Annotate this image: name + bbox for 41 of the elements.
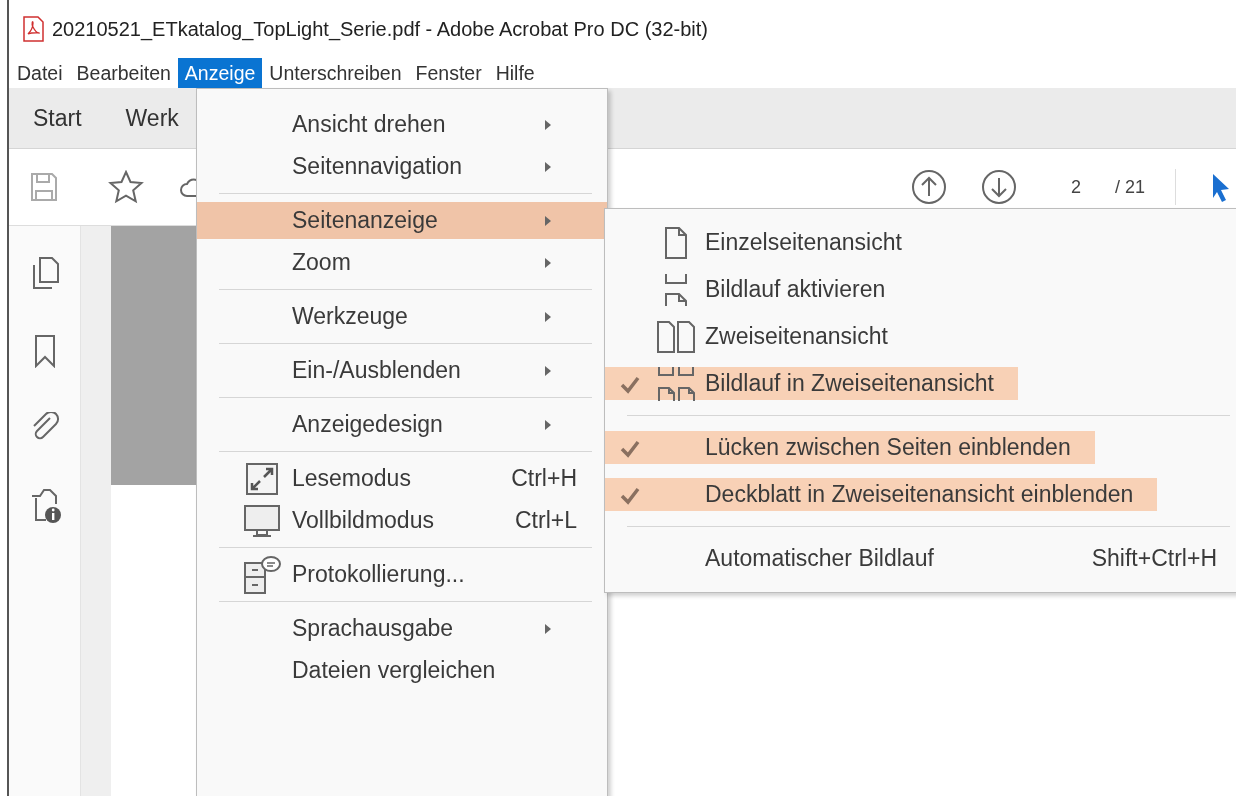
shortcut-text: Ctrl+L (515, 507, 578, 534)
menu-item[interactable]: Werkzeuge (197, 298, 607, 335)
page-number-field[interactable]: 2 (1070, 176, 1081, 198)
arrow-down-circle-icon[interactable] (980, 169, 1017, 205)
menu-item[interactable]: Ein-/Ausblenden (197, 352, 607, 389)
menu-item[interactable]: Automatischer Bildlauf Shift+Ctrl+H (605, 535, 1236, 582)
menu-bar-item[interactable]: Datei (10, 58, 70, 88)
menu-item[interactable]: Seitenanzeige (197, 202, 607, 239)
two-pages-icon (656, 319, 696, 354)
menu-item[interactable]: Einzelseitenansicht (605, 219, 1236, 266)
monitor-icon (243, 503, 281, 538)
reading-mode-icon (245, 461, 279, 496)
menu-item[interactable]: Protokollierung... (197, 556, 607, 593)
menu-item[interactable]: Anzeigedesign (197, 406, 607, 443)
menu-item[interactable]: Dateien vergleichen (197, 652, 607, 689)
menu-bar-item[interactable]: Bearbeiten (69, 58, 178, 88)
window-title: 20210521_ETkatalog_TopLight_Serie.pdf - Adobe Acrobat Pro DC (32-bit) (52, 17, 708, 41)
menu-item[interactable]: Zoom (197, 244, 607, 281)
log-cabinet-icon (243, 554, 281, 595)
menu-bar-item[interactable]: Unterschreiben (262, 58, 409, 88)
page-count: / 21 (1114, 176, 1145, 198)
pdf-file-icon (22, 16, 44, 42)
star-icon[interactable] (108, 170, 144, 204)
menu-item[interactable]: Vollbildmodus Ctrl+L (197, 502, 607, 539)
shortcut-text: Shift+Ctrl+H (1091, 545, 1218, 572)
menu-bar-item[interactable]: Hilfe (488, 58, 542, 88)
menu-item[interactable]: Sprachausgabe (197, 610, 607, 647)
menu-item[interactable]: Lesemodus Ctrl+H (197, 460, 607, 497)
menu-item[interactable]: Bildlauf in Zweiseitenansicht (605, 360, 1236, 407)
menu-item[interactable]: Seitennavigation (197, 148, 607, 185)
menu-bar-item[interactable]: Fenster (408, 58, 489, 88)
menu-item[interactable]: Bildlauf aktivieren (605, 266, 1236, 313)
arrow-up-circle-icon[interactable] (910, 169, 947, 205)
menu-item[interactable]: Zweiseitenansicht (605, 313, 1236, 360)
bookmark-icon[interactable] (32, 334, 57, 368)
tab[interactable]: Werk (125, 104, 179, 132)
two-page-scrolling-icon (656, 364, 696, 403)
menu-item[interactable]: Ansicht drehen (197, 106, 607, 143)
shortcut-text: Ctrl+H (511, 465, 578, 492)
tab[interactable]: Start (33, 104, 82, 132)
menu-bar-item[interactable]: Anzeige (177, 58, 263, 88)
